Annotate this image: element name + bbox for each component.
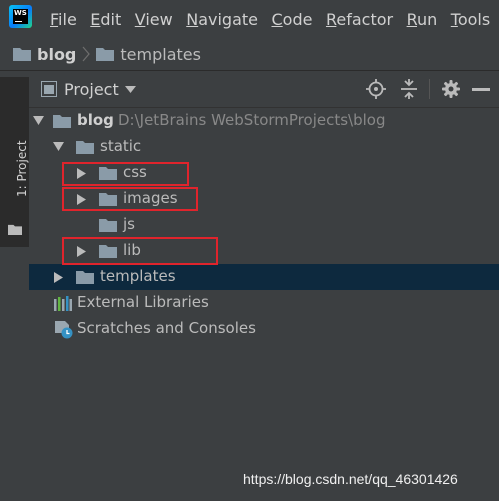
project-panel-header: Project [29,71,499,108]
chevron-right-icon[interactable] [77,168,86,179]
folder-icon [99,245,117,258]
tree-item-lib[interactable]: lib [29,238,499,264]
menu-view[interactable]: View [135,10,173,29]
project-tool-tab[interactable]: 1: Project [0,77,29,247]
folder-icon [99,193,117,206]
menu-run[interactable]: Run [407,10,438,29]
tree-item-label: css [123,163,147,181]
tree-item-label: static [100,137,142,155]
tree-item-external-libraries[interactable]: External Libraries [29,290,499,316]
tree-item-scratches[interactable]: Scratches and Consoles [29,316,499,342]
scratches-icon [55,321,73,339]
tree-item-blog[interactable]: blog D:\JetBrains WebStormProjects\blog [29,108,499,134]
project-panel: Project blog D:\JetBrains WebStormProjec… [29,71,499,501]
chevron-down-icon[interactable] [125,86,136,93]
menu-tools[interactable]: Tools [451,10,490,29]
project-view-selector[interactable]: Project [64,80,119,99]
chevron-down-icon[interactable] [33,116,44,125]
collapse-all-icon[interactable] [399,79,419,99]
menu-refactor[interactable]: Refactor [326,10,393,29]
tree-item-label: Scratches and Consoles [77,319,256,337]
breadcrumb-blog[interactable]: blog [13,45,76,64]
hide-panel-icon[interactable] [471,79,491,99]
folder-icon [99,219,117,232]
folder-icon [76,271,94,284]
breadcrumb-separator-icon [82,46,91,62]
menu-code[interactable]: Code [272,10,313,29]
tree-item-label: External Libraries [77,293,209,311]
breadcrumb-label: templates [120,44,201,64]
library-icon [54,296,72,311]
tree-item-label: images [123,189,178,207]
chevron-right-icon[interactable] [54,272,63,283]
tree-item-css[interactable]: css [29,160,499,186]
menu-items: File Edit View Navigate Code Refactor Ru… [50,0,499,38]
chevron-down-icon[interactable] [53,142,64,151]
menu-edit[interactable]: Edit [90,10,121,29]
watermark-text: https://blog.csdn.net/qq_46301426 [243,471,458,487]
tree-item-label: js [123,215,135,233]
tree-item-label: lib [123,241,141,259]
webstorm-logo-icon: WS [9,5,32,28]
project-tool-tab-label: 1: Project [15,140,29,197]
tree-item-js[interactable]: js [29,212,499,238]
gear-icon[interactable] [441,79,461,99]
menu-bar: WS File Edit View Navigate Code Refactor… [0,0,499,38]
folder-icon [8,224,22,235]
tree-item-label: templates [100,267,176,285]
chevron-right-icon[interactable] [77,246,86,257]
tree-item-label: blog [77,111,114,129]
tree-item-templates[interactable]: templates [29,264,499,290]
tree-item-path: D:\JetBrains WebStormProjects\blog [118,111,386,129]
folder-icon [99,167,117,180]
breadcrumb-templates[interactable]: templates [96,45,201,64]
folder-icon [13,48,31,61]
tool-window-stripe: 1: Project [0,71,30,501]
folder-icon [76,141,94,154]
tree-item-images[interactable]: images [29,186,499,212]
locate-icon[interactable] [366,79,386,99]
chevron-right-icon[interactable] [77,194,86,205]
folder-icon [53,115,71,128]
folder-icon [96,48,115,61]
menu-file[interactable]: File [50,10,77,29]
tree-item-static[interactable]: static [29,134,499,160]
menu-navigate[interactable]: Navigate [186,10,258,29]
project-view-icon [41,81,57,97]
breadcrumb: blog templates [0,38,499,71]
header-divider [429,79,430,99]
breadcrumb-label: blog [37,44,77,64]
